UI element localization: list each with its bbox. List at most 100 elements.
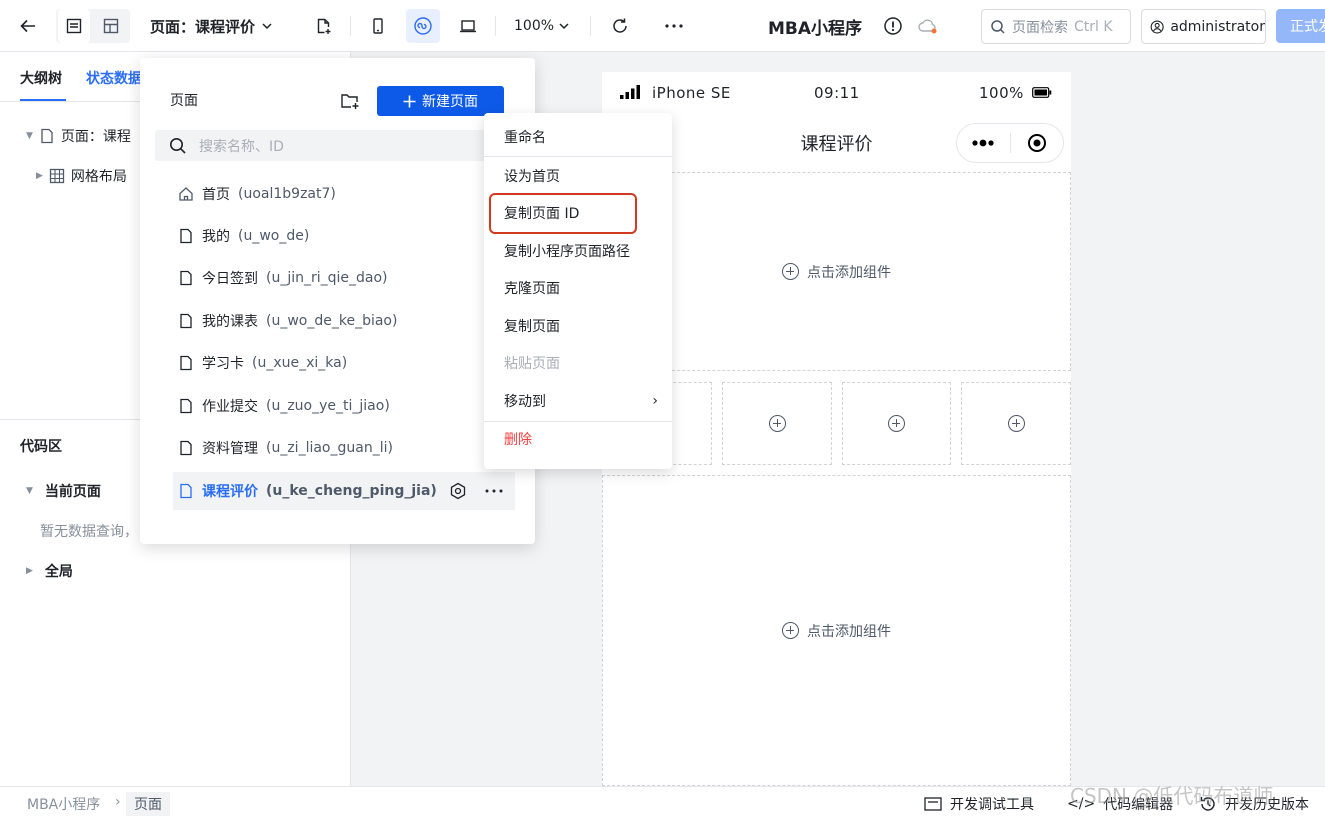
user-menu[interactable]: administrator bbox=[1141, 9, 1266, 44]
page-id: (u_zi_liao_guan_li) bbox=[266, 440, 393, 456]
page-name: 课程评价 bbox=[202, 484, 258, 500]
new-folder-button[interactable] bbox=[340, 92, 360, 114]
new-page-label: 新建页面 bbox=[422, 94, 478, 110]
cloud-icon bbox=[918, 19, 937, 34]
plus-icon bbox=[403, 95, 416, 107]
breadcrumb-app[interactable]: MBA小程序 bbox=[27, 794, 100, 814]
new-page-button[interactable]: 新建页面 bbox=[377, 86, 504, 116]
debug-tools-button[interactable]: 开发调试工具 bbox=[924, 794, 1034, 814]
add-page-button[interactable] bbox=[306, 9, 340, 43]
breadcrumb-page[interactable]: 页面 bbox=[126, 792, 170, 816]
page-id: (uoal1b9zat7) bbox=[238, 186, 336, 202]
refresh-button[interactable] bbox=[603, 9, 637, 43]
device-name: iPhone SE bbox=[652, 84, 731, 102]
more-button[interactable] bbox=[657, 9, 691, 43]
document-icon bbox=[66, 18, 82, 34]
layout-view-button[interactable] bbox=[94, 9, 128, 43]
menu-item-move-to[interactable]: 移动到 › bbox=[484, 383, 672, 419]
tab-state-data[interactable]: 状态数据 bbox=[86, 68, 142, 88]
desktop-preview-button[interactable] bbox=[451, 9, 485, 43]
zoom-select[interactable]: 100% bbox=[514, 9, 570, 43]
page-list-item[interactable]: 我的课表 (u_wo_de_ke_biao) bbox=[178, 302, 397, 340]
page-list-item[interactable]: 学习卡 (u_xue_xi_ka) bbox=[178, 344, 347, 382]
app-title: MBA小程序 bbox=[768, 18, 863, 39]
page-icon bbox=[180, 355, 192, 371]
code-icon: </> bbox=[1067, 796, 1096, 812]
code-editor-button[interactable]: </> 代码编辑器 bbox=[1067, 794, 1173, 814]
mobile-icon bbox=[373, 18, 383, 34]
settings-icon[interactable] bbox=[449, 482, 467, 500]
code-editor-label: 代码编辑器 bbox=[1103, 797, 1174, 813]
page-list-item[interactable]: 今日签到 (u_jin_ri_qie_dao) bbox=[178, 259, 388, 297]
page-list-item[interactable]: 我的 (u_wo_de) bbox=[178, 217, 309, 255]
menu-item-rename[interactable]: 重命名 bbox=[484, 119, 672, 155]
page-id: (u_xue_xi_ka) bbox=[252, 355, 348, 371]
grid-cell-2[interactable] bbox=[722, 382, 832, 465]
page-id: (u_zuo_ye_ti_jiao) bbox=[266, 398, 390, 414]
capsule-menu-button[interactable] bbox=[957, 124, 1010, 162]
more-icon[interactable] bbox=[485, 488, 503, 494]
mobile-preview-button[interactable] bbox=[361, 9, 395, 43]
menu-item-move-to-label: 移动到 bbox=[504, 394, 546, 410]
page-name: 首页 bbox=[202, 187, 230, 203]
target-icon bbox=[1027, 134, 1046, 152]
grid-cell-4[interactable] bbox=[961, 382, 1071, 465]
breadcrumb-separator: › bbox=[115, 794, 121, 810]
tree-node-page[interactable]: ▼ 页面：课程 bbox=[26, 126, 131, 146]
publish-button[interactable]: 正式发 bbox=[1276, 9, 1325, 43]
top-toolbar: 页面：课程评价 100% MBA小程序 页面检索 Ctrl K administ… bbox=[0, 0, 1325, 52]
user-name: administrator bbox=[1170, 18, 1265, 35]
battery-level: 100% bbox=[979, 84, 1024, 102]
page-icon bbox=[180, 440, 192, 456]
add-component-label: 点击添加组件 bbox=[807, 264, 891, 281]
pages-popup: 页面 新建页面 搜索名称、ID 首页 (uoal1b9zat7) 我的 (u_w… bbox=[140, 58, 535, 544]
code-current-page-label: 当前页面 bbox=[44, 484, 101, 500]
capsule-close-button[interactable] bbox=[1010, 124, 1063, 162]
menu-item-paste-page[interactable]: 粘贴页面 bbox=[484, 345, 672, 381]
page-icon bbox=[180, 398, 192, 414]
page-list-item-active[interactable]: 课程评价 (u_ke_cheng_ping_jia) bbox=[173, 472, 515, 510]
view-toggle bbox=[56, 9, 130, 43]
code-current-page[interactable]: ▼ 当前页面 bbox=[26, 481, 101, 501]
arrow-left-icon bbox=[20, 19, 35, 33]
outline-view-button[interactable] bbox=[58, 9, 90, 43]
page-list-item[interactable]: 作业提交 (u_zuo_ye_ti_jiao) bbox=[178, 387, 390, 425]
menu-item-set-homepage[interactable]: 设为首页 bbox=[484, 158, 672, 194]
more-icon bbox=[665, 24, 683, 28]
info-button[interactable] bbox=[876, 9, 910, 43]
console-icon bbox=[924, 797, 942, 811]
tree-node-grid[interactable]: ▶ 网格布局 bbox=[36, 166, 127, 186]
code-global[interactable]: ▶ 全局 bbox=[26, 561, 73, 581]
cloud-status[interactable] bbox=[911, 9, 945, 43]
page-icon bbox=[180, 483, 192, 499]
chevron-right-icon: › bbox=[652, 393, 658, 409]
tree-node-page-label: 页面：课程 bbox=[60, 129, 131, 145]
page-name: 资料管理 bbox=[202, 441, 258, 457]
bottom-bar: MBA小程序 › 页面 开发调试工具 </> 代码编辑器 开发历史版本 bbox=[0, 786, 1325, 818]
page-name: 学习卡 bbox=[202, 356, 244, 372]
battery-icon bbox=[1032, 87, 1052, 98]
menu-item-copy-miniprogram-path[interactable]: 复制小程序页面路径 bbox=[484, 233, 672, 269]
grid-cell-3[interactable] bbox=[842, 382, 951, 465]
page-selector[interactable]: 页面：课程评价 bbox=[150, 9, 273, 43]
pages-search-input[interactable]: 搜索名称、ID bbox=[155, 130, 500, 161]
page-list-item[interactable]: 首页 (uoal1b9zat7) bbox=[178, 175, 336, 213]
add-component-zone-top[interactable]: 点击添加组件 bbox=[602, 172, 1071, 371]
code-empty-text: 暂无数据查询， bbox=[40, 524, 138, 540]
search-icon bbox=[991, 19, 1005, 34]
folder-plus-icon bbox=[341, 94, 359, 109]
menu-item-clone-page[interactable]: 克隆页面 bbox=[484, 270, 672, 306]
caret-right-icon: ▶ bbox=[36, 171, 43, 181]
add-component-zone-bottom[interactable]: 点击添加组件 bbox=[602, 475, 1071, 786]
back-button[interactable] bbox=[11, 9, 45, 43]
history-button[interactable]: 开发历史版本 bbox=[1199, 794, 1309, 814]
menu-item-delete[interactable]: 删除 bbox=[484, 421, 672, 457]
phone-preview: iPhone SE 09:11 100% 课程评价 点击添加组件 点击添加组件 bbox=[602, 72, 1071, 786]
tab-outline-tree[interactable]: 大纲树 bbox=[20, 68, 62, 88]
add-component-label: 点击添加组件 bbox=[807, 623, 891, 640]
menu-item-copy-page[interactable]: 复制页面 bbox=[484, 308, 672, 344]
page-list-item[interactable]: 资料管理 (u_zi_liao_guan_li) bbox=[178, 429, 393, 467]
miniprogram-preview-button[interactable] bbox=[406, 9, 440, 43]
miniprogram-capsule bbox=[956, 123, 1064, 163]
page-search-box[interactable]: 页面检索 Ctrl K bbox=[981, 9, 1131, 44]
